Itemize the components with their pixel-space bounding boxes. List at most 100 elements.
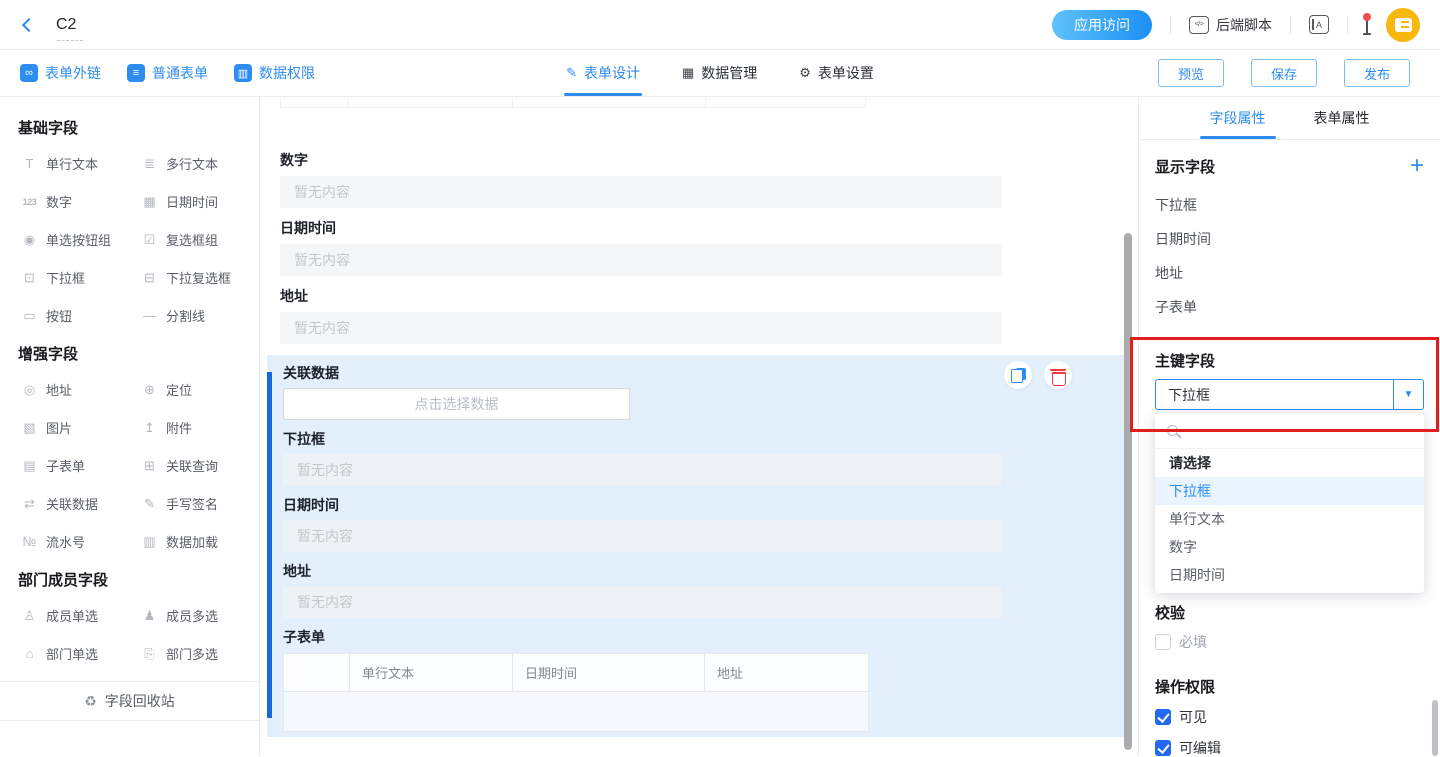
field-recycle-bin[interactable]: ♻ 字段回收站 bbox=[0, 681, 259, 721]
dropdown-option-datetime[interactable]: 日期时间 bbox=[1155, 561, 1424, 589]
backend-script-button[interactable]: 后端脚本 bbox=[1189, 15, 1272, 35]
datetime-input[interactable]: 暂无内容 bbox=[280, 244, 1002, 276]
field-item-select[interactable]: ⊡下拉框 bbox=[21, 268, 125, 287]
data-permission-link[interactable]: ▥ 数据权限 bbox=[234, 63, 315, 83]
checkbox-unchecked-icon[interactable] bbox=[1155, 634, 1171, 650]
avatar-list-icon bbox=[1395, 18, 1412, 32]
tab-field-properties[interactable]: 字段属性 bbox=[1210, 97, 1266, 139]
selection-bar bbox=[267, 372, 272, 718]
preview-button[interactable]: 预览 bbox=[1158, 59, 1224, 87]
display-field-item-datetime[interactable]: 日期时间 bbox=[1155, 222, 1424, 256]
delete-field-button[interactable] bbox=[1044, 361, 1072, 389]
field-item-button[interactable]: ▭按钮 bbox=[21, 306, 125, 325]
signature-icon: ✎ bbox=[141, 496, 158, 512]
normal-form-link[interactable]: ≡ 普通表单 bbox=[127, 63, 208, 83]
editable-checkbox-row[interactable]: 可编辑 bbox=[1155, 738, 1424, 757]
divider-icon: — bbox=[141, 308, 158, 323]
field-item-datetime[interactable]: ▦日期时间 bbox=[141, 192, 245, 211]
field-item-attachment[interactable]: ↥附件 bbox=[141, 418, 245, 437]
required-checkbox-row[interactable]: 必填 bbox=[1155, 632, 1424, 652]
select-field-label: 下拉框 bbox=[283, 429, 1108, 449]
tab-form-properties[interactable]: 表单属性 bbox=[1314, 97, 1370, 139]
dropdown-option-select[interactable]: 下拉框 bbox=[1155, 477, 1424, 505]
dropdown-option-text[interactable]: 单行文本 bbox=[1155, 505, 1424, 533]
canvas-field-number[interactable]: 数字 暂无内容 bbox=[280, 150, 1002, 208]
divider bbox=[1170, 16, 1171, 34]
subform-col-index bbox=[284, 654, 350, 691]
field-item-signature[interactable]: ✎手写签名 bbox=[141, 494, 245, 513]
display-field-item-subform[interactable]: 子表单 bbox=[1155, 290, 1424, 324]
multi-select-icon: ⊟ bbox=[141, 270, 158, 286]
checkbox-checked-icon[interactable] bbox=[1155, 709, 1171, 725]
field-item-multi-select[interactable]: ⊟下拉复选框 bbox=[141, 268, 245, 287]
field-item-single-line-text[interactable]: T单行文本 bbox=[21, 154, 125, 173]
visible-checkbox-row[interactable]: 可见 bbox=[1155, 707, 1424, 727]
tab-form-design[interactable]: ✎ 表单设计 bbox=[566, 50, 640, 96]
field-item-dept-multi[interactable]: ⎘部门多选 bbox=[141, 644, 245, 663]
data-permission-icon: ▥ bbox=[234, 64, 252, 82]
field-item-divider[interactable]: —分割线 bbox=[141, 306, 245, 325]
app-access-button[interactable]: 应用访问 bbox=[1052, 10, 1152, 40]
form-design-canvas[interactable]: 数字 暂无内容 日期时间 暂无内容 地址 暂无内容 关联数据 bbox=[260, 97, 1138, 756]
number-input[interactable]: 暂无内容 bbox=[280, 176, 1002, 208]
dropdown-search-input[interactable] bbox=[1155, 413, 1424, 449]
notification-bell-icon[interactable] bbox=[1366, 16, 1368, 34]
field-item-radio-group[interactable]: ◉单选按钮组 bbox=[21, 230, 125, 249]
canvas-field-datetime[interactable]: 日期时间 暂无内容 bbox=[280, 218, 1002, 276]
copy-field-button[interactable] bbox=[1004, 361, 1032, 389]
linked-data-icon: ⇄ bbox=[21, 496, 38, 512]
contacts-icon[interactable] bbox=[1309, 15, 1329, 34]
checkbox-checked-icon[interactable] bbox=[1155, 740, 1171, 756]
tab-form-settings[interactable]: ⚙ 表单设置 bbox=[799, 50, 874, 96]
display-field-item-select[interactable]: 下拉框 bbox=[1155, 188, 1424, 222]
add-field-button[interactable]: + bbox=[1410, 156, 1424, 176]
field-item-location[interactable]: ⊕定位 bbox=[141, 380, 245, 399]
primary-key-select[interactable]: 下拉框 ▼ bbox=[1155, 379, 1424, 410]
field-item-data-load[interactable]: ▥数据加载 bbox=[141, 532, 245, 551]
dept-multi-icon: ⎘ bbox=[141, 646, 158, 662]
field-item-multi-line-text[interactable]: ≣多行文本 bbox=[141, 154, 245, 173]
top-header: C2 应用访问 后端脚本 bbox=[0, 0, 1440, 50]
field-item-member-single[interactable]: ♙成员单选 bbox=[21, 606, 125, 625]
tab-data-manage[interactable]: ▦ 数据管理 bbox=[682, 50, 757, 96]
recycle-icon: ♻ bbox=[84, 693, 97, 710]
save-button[interactable]: 保存 bbox=[1251, 59, 1317, 87]
publish-button[interactable]: 发布 bbox=[1344, 59, 1410, 87]
field-item-dept-single[interactable]: ⌂部门单选 bbox=[21, 644, 125, 663]
field-item-linked-query[interactable]: ⊞关联查询 bbox=[141, 456, 245, 475]
multi-line-text-icon: ≣ bbox=[141, 156, 158, 172]
canvas-scrollbar[interactable] bbox=[1124, 233, 1132, 750]
select-field-input[interactable]: 暂无内容 bbox=[283, 454, 1001, 486]
address-field-input[interactable]: 暂无内容 bbox=[283, 586, 1001, 618]
subform-table[interactable]: 单行文本 日期时间 地址 bbox=[283, 653, 869, 732]
location-icon: ⊕ bbox=[141, 382, 158, 398]
address-input[interactable]: 暂无内容 bbox=[280, 312, 1002, 344]
field-item-image[interactable]: ▧图片 bbox=[21, 418, 125, 437]
field-item-checkbox-group[interactable]: ☑复选框组 bbox=[141, 230, 245, 249]
canvas-field-address[interactable]: 地址 暂无内容 bbox=[280, 286, 1002, 344]
field-library-sidebar: 基础字段 T单行文本 ≣多行文本 123数字 ▦日期时间 ◉单选按钮组 ☑复选框… bbox=[0, 97, 260, 756]
field-item-number[interactable]: 123数字 bbox=[21, 192, 125, 211]
field-item-member-multi[interactable]: ♟成员多选 bbox=[141, 606, 245, 625]
normal-form-icon: ≡ bbox=[127, 64, 145, 82]
field-item-linked-data[interactable]: ⇄关联数据 bbox=[21, 494, 125, 513]
visible-label: 可见 bbox=[1179, 707, 1207, 727]
dropdown-option-number[interactable]: 数字 bbox=[1155, 533, 1424, 561]
select-caret-button[interactable]: ▼ bbox=[1393, 380, 1423, 409]
panel-scrollbar[interactable] bbox=[1432, 700, 1438, 756]
subform-icon: ▤ bbox=[21, 458, 38, 474]
address-icon: ◎ bbox=[21, 382, 38, 398]
datetime-field-input[interactable]: 暂无内容 bbox=[283, 520, 1001, 552]
field-item-serial-number[interactable]: №流水号 bbox=[21, 532, 125, 551]
field-item-subform[interactable]: ▤子表单 bbox=[21, 456, 125, 475]
linked-data-picker[interactable]: 点击选择数据 bbox=[283, 388, 630, 420]
form-external-link[interactable]: ∞ 表单外链 bbox=[20, 63, 101, 83]
dropdown-option-placeholder[interactable]: 请选择 bbox=[1155, 449, 1424, 477]
selected-field-block[interactable]: 关联数据 点击选择数据 下拉框 暂无内容 日期时间 暂无内容 地址 暂无内容 子… bbox=[267, 355, 1124, 737]
field-item-address[interactable]: ◎地址 bbox=[21, 380, 125, 399]
avatar[interactable] bbox=[1386, 8, 1420, 42]
display-field-item-address[interactable]: 地址 bbox=[1155, 256, 1424, 290]
back-icon[interactable] bbox=[22, 17, 36, 31]
radio-group-icon: ◉ bbox=[21, 232, 38, 248]
page-title[interactable]: C2 bbox=[56, 16, 76, 34]
